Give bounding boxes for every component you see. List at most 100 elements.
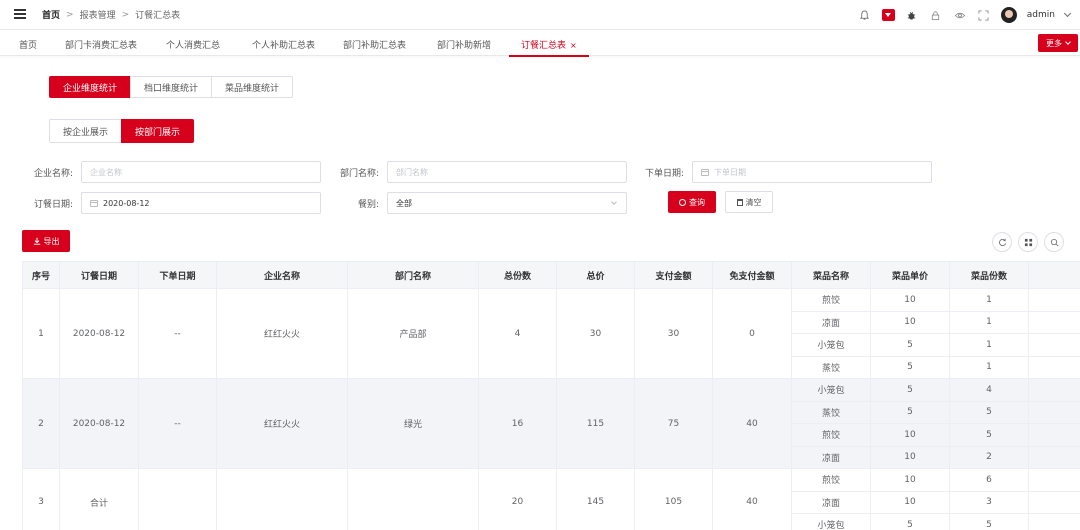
cell-dept: 产品部: [347, 288, 479, 379]
cell-meal-date: 2020-08-12: [59, 378, 139, 469]
tab-stall-dimension[interactable]: 档口维度统计: [130, 76, 213, 98]
more-label: 更多: [1046, 38, 1062, 48]
tab-company-dimension[interactable]: 企业维度统计: [49, 76, 132, 98]
tab-dish-dimension[interactable]: 菜品维度统计: [211, 76, 294, 98]
cell-index: 3: [22, 468, 60, 530]
breadcrumb-separator: >: [121, 9, 130, 20]
tab-label: 订餐汇总表: [521, 41, 567, 51]
cell-dish-qty: 4: [949, 378, 1029, 402]
col-header: 企业名称: [216, 261, 348, 289]
cell-company: [216, 468, 348, 530]
cell-order-date: --: [138, 378, 217, 469]
table-row: 1 2020-08-12 -- 红红火火 产品部 4 30 30 0 煎饺 10 1: [22, 288, 1080, 379]
cell-free: 0: [712, 288, 792, 379]
breadcrumb-reports[interactable]: 报表管理: [80, 8, 116, 21]
order-date-picker[interactable]: 下单日期: [692, 161, 932, 183]
order-date-label: 下单日期:: [645, 169, 685, 179]
export-button[interactable]: 导出: [22, 230, 70, 252]
cell-free: 40: [712, 378, 792, 469]
username[interactable]: admin: [1027, 10, 1055, 20]
cell-dish-price: 10: [870, 490, 950, 514]
col-header: 总份数: [478, 261, 557, 289]
cell-free: 40: [712, 468, 792, 530]
cell-dish-qty: 3: [949, 490, 1029, 514]
cell-spacer: [1028, 468, 1080, 492]
cell-dish-name: 煎饺: [791, 288, 871, 312]
columns-icon[interactable]: [1018, 232, 1038, 252]
cell-dish-name: 煎饺: [791, 468, 871, 492]
cell-dish-price: 10: [870, 445, 950, 469]
bug-icon[interactable]: [905, 8, 919, 22]
fullscreen-icon[interactable]: [977, 8, 991, 22]
cell-dish-qty: 6: [949, 468, 1029, 492]
cell-paid: 30: [634, 288, 713, 379]
avatar[interactable]: [1000, 7, 1017, 23]
tab-home[interactable]: 首页: [19, 38, 37, 51]
cell-dish-name: 小笼包: [791, 378, 871, 402]
cell-dish-qty: 1: [949, 355, 1029, 379]
tab-dept-subsidy[interactable]: 部门补助汇总表: [343, 38, 406, 51]
tab-personal-consumption[interactable]: 个人消费汇总: [166, 38, 220, 51]
query-button[interactable]: 查询: [668, 191, 716, 213]
cell-dish-price: 5: [870, 378, 950, 402]
breadcrumb-current: 订餐汇总表: [135, 11, 181, 21]
meal-date-picker[interactable]: 2020-08-12: [81, 192, 321, 214]
tab-dept-card-consumption[interactable]: 部门卡消费汇总表: [65, 38, 137, 51]
cell-dish-name: 凉面: [791, 310, 871, 334]
refresh-icon[interactable]: [992, 232, 1012, 252]
order-date-placeholder: 下单日期: [714, 167, 746, 177]
main-content: 企业维度统计 档口维度统计 菜品维度统计 按企业展示 按部门展示 企业名称: 企…: [4, 62, 1080, 530]
cell-index: 2: [22, 378, 60, 469]
bell-icon[interactable]: [858, 8, 872, 22]
eye-icon[interactable]: [953, 8, 967, 22]
more-button[interactable]: 更多: [1038, 34, 1078, 52]
tab-dept-subsidy-add[interactable]: 部门补助新增: [437, 38, 491, 51]
cell-dish-name: 小笼包: [791, 513, 871, 530]
cell-total-qty: 20: [478, 468, 557, 530]
chevron-down-icon: [1065, 38, 1071, 45]
cell-dish-qty: 1: [949, 310, 1029, 334]
dept-input[interactable]: 部门名称: [387, 161, 627, 183]
menu-toggle-icon[interactable]: [14, 9, 26, 19]
cell-index: 1: [22, 288, 60, 379]
tab-by-company[interactable]: 按企业展示: [49, 119, 123, 143]
table-row: 3 合计 20 145 105 40 煎饺 10 6: [22, 468, 1080, 530]
company-label: 企业名称:: [34, 169, 74, 179]
tab-personal-subsidy[interactable]: 个人补助汇总表: [252, 38, 315, 51]
tab-by-department[interactable]: 按部门展示: [121, 119, 195, 143]
cell-spacer: [1028, 310, 1080, 334]
search-icon: [679, 198, 686, 206]
cell-dish-price: 5: [870, 355, 950, 379]
col-header: 部门名称: [347, 261, 479, 289]
col-header-spacer: [1028, 261, 1080, 289]
close-icon[interactable]: ×: [570, 41, 577, 50]
tab-meal-order-summary[interactable]: 订餐汇总表 ×: [509, 38, 589, 57]
dimension-tabs: 企业维度统计 档口维度统计 菜品维度统计: [49, 76, 294, 98]
trash-icon: [736, 198, 743, 206]
cell-dish-price: 10: [870, 310, 950, 334]
breadcrumb-home[interactable]: 首页: [42, 8, 60, 21]
cell-spacer: [1028, 378, 1080, 402]
message-icon[interactable]: [881, 9, 895, 21]
cell-dept: [347, 468, 479, 530]
clear-button[interactable]: 清空: [725, 191, 773, 213]
cell-dish-price: 5: [870, 400, 950, 424]
cell-dish-qty: 1: [949, 333, 1029, 357]
lock-icon[interactable]: [929, 8, 943, 22]
cell-paid: 75: [634, 378, 713, 469]
col-header: 菜品份数: [949, 261, 1029, 289]
cell-dish-qty: 5: [949, 400, 1029, 424]
cell-dish-price: 10: [870, 288, 950, 312]
cell-dish-price: 10: [870, 468, 950, 492]
cell-dish-qty: 2: [949, 445, 1029, 469]
cell-total-price: 145: [556, 468, 635, 530]
dept-label: 部门名称:: [340, 169, 380, 179]
cell-total-price: 30: [556, 288, 635, 379]
company-input[interactable]: 企业名称: [81, 161, 321, 183]
top-header: 首页 > 报表管理 > 订餐汇总表 admin: [0, 0, 1080, 30]
meal-type-label: 餐别:: [358, 200, 380, 210]
chevron-down-icon[interactable]: [1063, 9, 1072, 18]
search-icon[interactable]: [1044, 232, 1064, 252]
meal-type-select[interactable]: 全部: [387, 192, 627, 214]
cell-dish-name: 蒸饺: [791, 355, 871, 379]
